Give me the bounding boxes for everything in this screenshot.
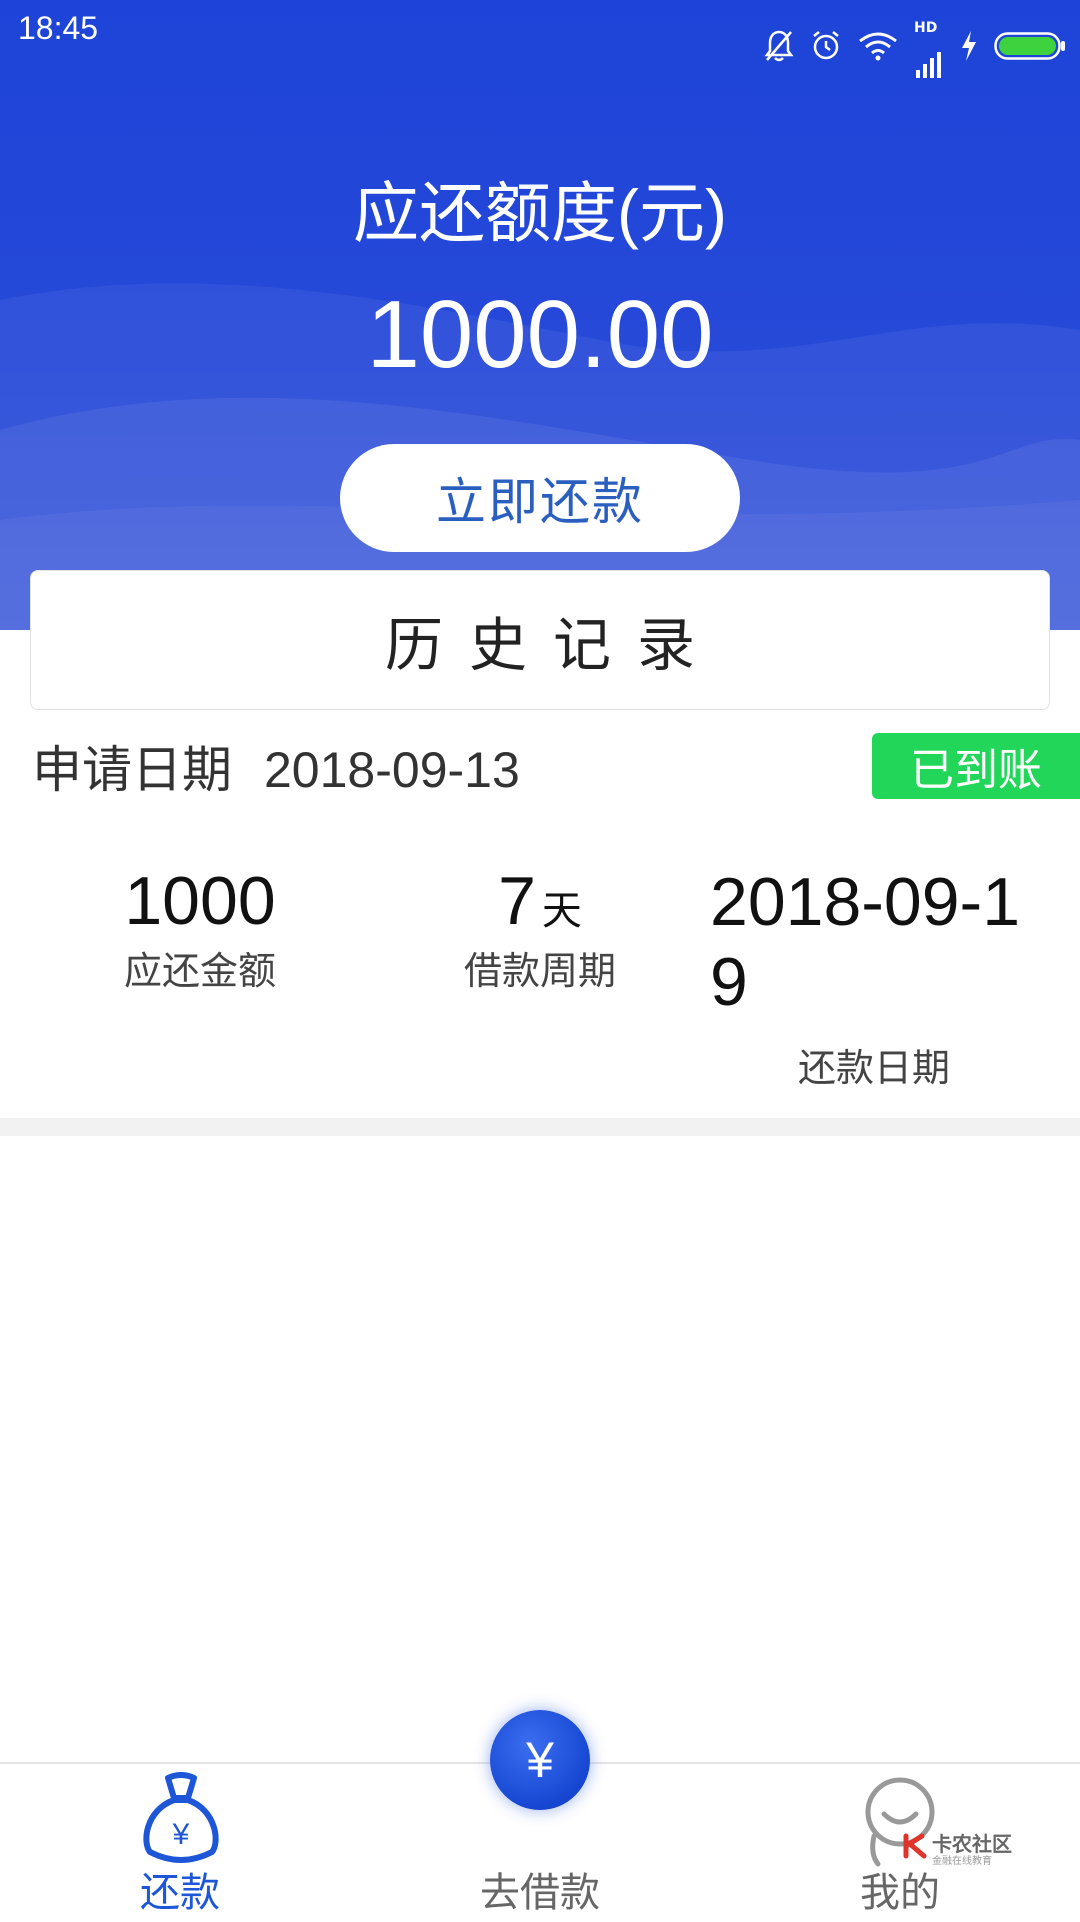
due-amount-number: 1000 [124, 863, 276, 939]
due-amount-value: 1000.00 [366, 281, 714, 388]
apply-date-value: 2018-09-13 [264, 742, 520, 798]
signal-icon: HD [914, 12, 944, 80]
battery-icon [994, 31, 1066, 61]
status-icons: HD [764, 12, 1066, 80]
repay-now-button[interactable]: 立即还款 [340, 444, 740, 552]
loan-period-label: 借款周期 [463, 949, 616, 993]
history-records-header: 历史记录 [30, 570, 1050, 710]
apply-date-row: 申请日期 2018-09-13 [32, 730, 520, 802]
loan-period-unit: 天 [541, 889, 582, 933]
alarm-icon [810, 30, 842, 62]
status-time: 18:45 [18, 10, 99, 46]
bell-off-icon [764, 29, 794, 63]
watermark-logo: 卡农社区 金融在线教育 [902, 1828, 1032, 1872]
tab-borrow-label: 去借款 [480, 1870, 600, 1916]
watermark-k-icon [903, 1833, 927, 1859]
loan-period-stat: 7天 借款周期 [430, 862, 650, 995]
svg-text:¥: ¥ [172, 1818, 190, 1851]
due-date-value: 2018-09-19 [710, 864, 1021, 1020]
status-bar: 18:45 HD [0, 0, 1080, 78]
money-bag-icon: ¥ [138, 1772, 224, 1872]
status-badge: 已到账 [872, 733, 1080, 799]
wifi-icon [858, 31, 898, 61]
loan-period-number: 7天 [430, 862, 650, 940]
section-divider [0, 1118, 1080, 1136]
apply-date-label: 申请日期 [32, 741, 232, 799]
due-amount-label: 应还金额 [123, 949, 276, 993]
due-amount-title: 应还额度(元) [353, 176, 727, 250]
due-amount-stat: 1000 应还金额 [90, 862, 310, 995]
tab-repay[interactable]: ¥ 还款 [60, 1764, 300, 1922]
borrow-fab-button[interactable]: ¥ [490, 1710, 590, 1810]
watermark-subtext: 金融在线教育 [932, 1856, 992, 1867]
network-type-label: HD [914, 20, 938, 36]
yuan-icon: ¥ [526, 1732, 554, 1788]
charging-icon [960, 30, 978, 62]
due-date-label: 还款日期 [798, 1046, 951, 1090]
loan-period-value: 7 [498, 863, 536, 939]
tab-repay-label: 还款 [140, 1870, 220, 1916]
